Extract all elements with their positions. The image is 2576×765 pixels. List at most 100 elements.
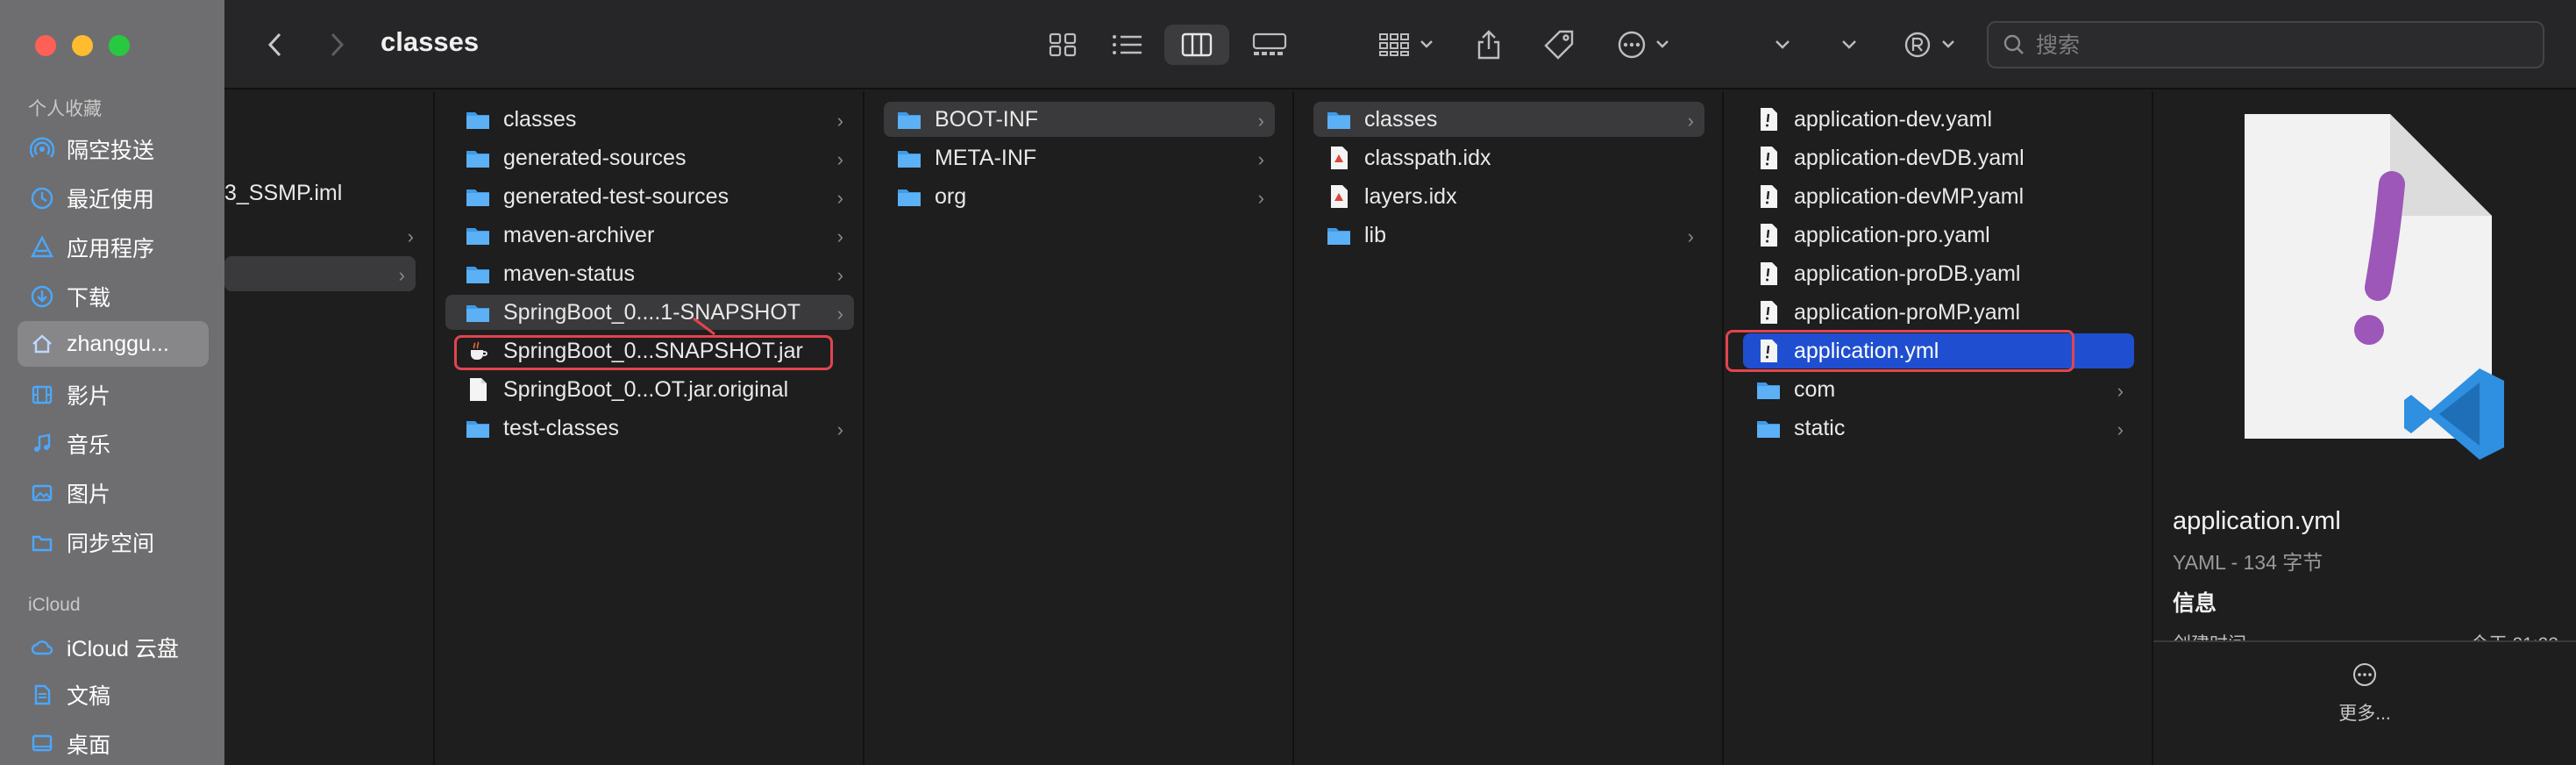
sidebar-item-home[interactable]: zhanggu... — [18, 321, 209, 367]
search-field[interactable] — [1987, 21, 2544, 68]
share-icon — [1477, 30, 1500, 60]
preview-file-name: application.yml — [2173, 507, 2341, 535]
sidebar-item-recents[interactable]: 最近使用 — [18, 175, 209, 221]
list-item-folder[interactable]: org › — [884, 179, 1275, 214]
list-item-file[interactable]: application-devDB.yaml — [1743, 140, 2134, 175]
list-item-file[interactable]: application-dev.yaml — [1743, 102, 2134, 137]
gallery-icon — [1252, 32, 1287, 55]
folder-icon — [898, 189, 921, 206]
sidebar-item-applications[interactable]: 应用程序 — [18, 225, 209, 270]
clock-icon — [30, 186, 54, 211]
list-item-folder[interactable]: META-INF › — [884, 140, 1275, 175]
close-window-button[interactable] — [35, 35, 56, 56]
grid-icon — [1049, 32, 1077, 57]
preview-divider — [2153, 640, 2576, 642]
list-item-folder[interactable]: test-classes › — [445, 411, 854, 446]
list-item-file[interactable]: classpath.idx — [1313, 140, 1704, 175]
list-item-folder[interactable]: com › — [1743, 372, 2134, 407]
sidebar-item-pictures[interactable]: 图片 — [18, 470, 209, 516]
tag-button[interactable] — [1540, 25, 1578, 65]
zoom-window-button[interactable] — [109, 35, 130, 56]
search-icon — [2003, 34, 2024, 54]
list-item-file[interactable]: application-devMP.yaml — [1743, 179, 2134, 214]
yaml-file-preview-icon — [2245, 114, 2504, 460]
list-item-folder-selected[interactable]: SpringBoot_0....1-SNAPSHOT › — [445, 295, 854, 330]
chevron-right-icon: › — [2117, 418, 2124, 440]
list-item-file[interactable]: layers.idx — [1313, 179, 1704, 214]
toolbar-dropdown-2[interactable] — [1836, 25, 1862, 65]
chevron-right-icon: › — [836, 225, 843, 247]
list-item-folder[interactable]: lib › — [1313, 218, 1704, 253]
back-button[interactable] — [260, 25, 291, 65]
list-item-folder[interactable]: generated-sources › — [445, 140, 854, 175]
sidebar-item-downloads[interactable]: 下载 — [18, 274, 209, 319]
list-item-file[interactable]: application-proDB.yaml — [1743, 256, 2134, 291]
sidebar-item-label: 下载 — [67, 286, 111, 311]
highlight-box — [454, 335, 833, 370]
share-button[interactable] — [1469, 25, 1508, 65]
group-icon — [1379, 33, 1433, 56]
minimize-window-button[interactable] — [72, 35, 93, 56]
ellipsis-circle-icon — [1618, 31, 1669, 59]
more-button[interactable]: 更多... — [2153, 661, 2576, 726]
sidebar-item-label: zhanggu... — [67, 331, 169, 356]
chevron-down-icon — [1775, 40, 1790, 49]
sidebar-item-airdrop[interactable]: 隔空投送 — [18, 126, 209, 172]
sidebar-item-desktop[interactable]: 桌面 — [18, 721, 209, 765]
sidebar-item-label: 同步空间 — [67, 532, 155, 556]
list-item-folder-selected[interactable]: › — [224, 256, 416, 291]
yaml-file-icon — [1761, 224, 1777, 247]
sidebar-item-icloud-drive[interactable]: iCloud 云盘 — [18, 625, 209, 670]
list-item-folder[interactable]: maven-archiver › — [445, 218, 854, 253]
forward-button[interactable] — [321, 25, 352, 65]
column-view-button[interactable] — [1164, 25, 1229, 65]
list-item-file[interactable]: application-proMP.yaml — [1743, 295, 2134, 330]
sidebar-item-sync-space[interactable]: 同步空间 — [18, 519, 209, 565]
list-item-folder[interactable]: › — [224, 218, 424, 253]
list-item-folder-selected[interactable]: BOOT-INF › — [884, 102, 1275, 137]
chevron-right-icon: › — [2117, 380, 2124, 402]
tag-icon — [1544, 30, 1574, 60]
sidebar-item-label: 文稿 — [67, 684, 111, 709]
list-item-folder[interactable]: static › — [1743, 411, 2134, 446]
list-item-file[interactable]: application-pro.yaml — [1743, 218, 2134, 253]
column-0: 3_SSMP.iml › › — [224, 91, 435, 765]
columns-icon — [1181, 32, 1213, 57]
list-item-folder-selected[interactable]: classes › — [1313, 102, 1704, 137]
list-item-folder[interactable]: generated-test-sources › — [445, 179, 854, 214]
toolbar-dropdown-1[interactable] — [1769, 25, 1796, 65]
sidebar-section-favorites: 个人收藏 — [28, 99, 102, 119]
list-view-button[interactable] — [1103, 25, 1152, 65]
chevron-down-icon — [1842, 40, 1856, 49]
gallery-view-button[interactable] — [1243, 25, 1296, 65]
group-by-button[interactable] — [1373, 25, 1443, 65]
search-input[interactable] — [2036, 32, 2527, 58]
registered-extension-button[interactable] — [1901, 25, 1966, 65]
more-actions-button[interactable] — [1615, 25, 1680, 65]
list-item-file[interactable]: SpringBoot_0...OT.jar.original — [445, 372, 854, 407]
chevron-right-icon: › — [836, 418, 843, 440]
home-icon — [30, 332, 54, 356]
sidebar-item-label: 应用程序 — [67, 237, 155, 261]
sidebar-item-documents[interactable]: 文稿 — [18, 672, 209, 718]
chevron-right-icon: › — [1687, 110, 1694, 132]
chevron-right-icon: › — [1687, 225, 1694, 247]
sidebar-item-music[interactable]: 音乐 — [18, 421, 209, 467]
yaml-file-icon — [1761, 108, 1777, 131]
column-3: classes › classpath.idx layers.idx lib › — [1296, 91, 1724, 765]
list-item-folder[interactable]: classes › — [445, 102, 854, 137]
folder-icon — [466, 267, 489, 283]
sidebar-item-label: 影片 — [67, 384, 111, 409]
list-item[interactable]: 3_SSMP.iml — [224, 175, 424, 211]
icon-view-button[interactable] — [1040, 25, 1085, 65]
chevron-right-icon: › — [1257, 110, 1264, 132]
film-icon — [30, 382, 54, 407]
chevron-right-icon — [331, 32, 345, 57]
registered-icon — [1904, 32, 1954, 58]
chevron-right-icon: › — [836, 264, 843, 286]
sidebar-item-movies[interactable]: 影片 — [18, 372, 209, 418]
document-icon — [30, 683, 54, 707]
folder-icon — [466, 189, 489, 206]
list-item-folder[interactable]: maven-status › — [445, 256, 854, 291]
folder-icon — [466, 112, 489, 129]
